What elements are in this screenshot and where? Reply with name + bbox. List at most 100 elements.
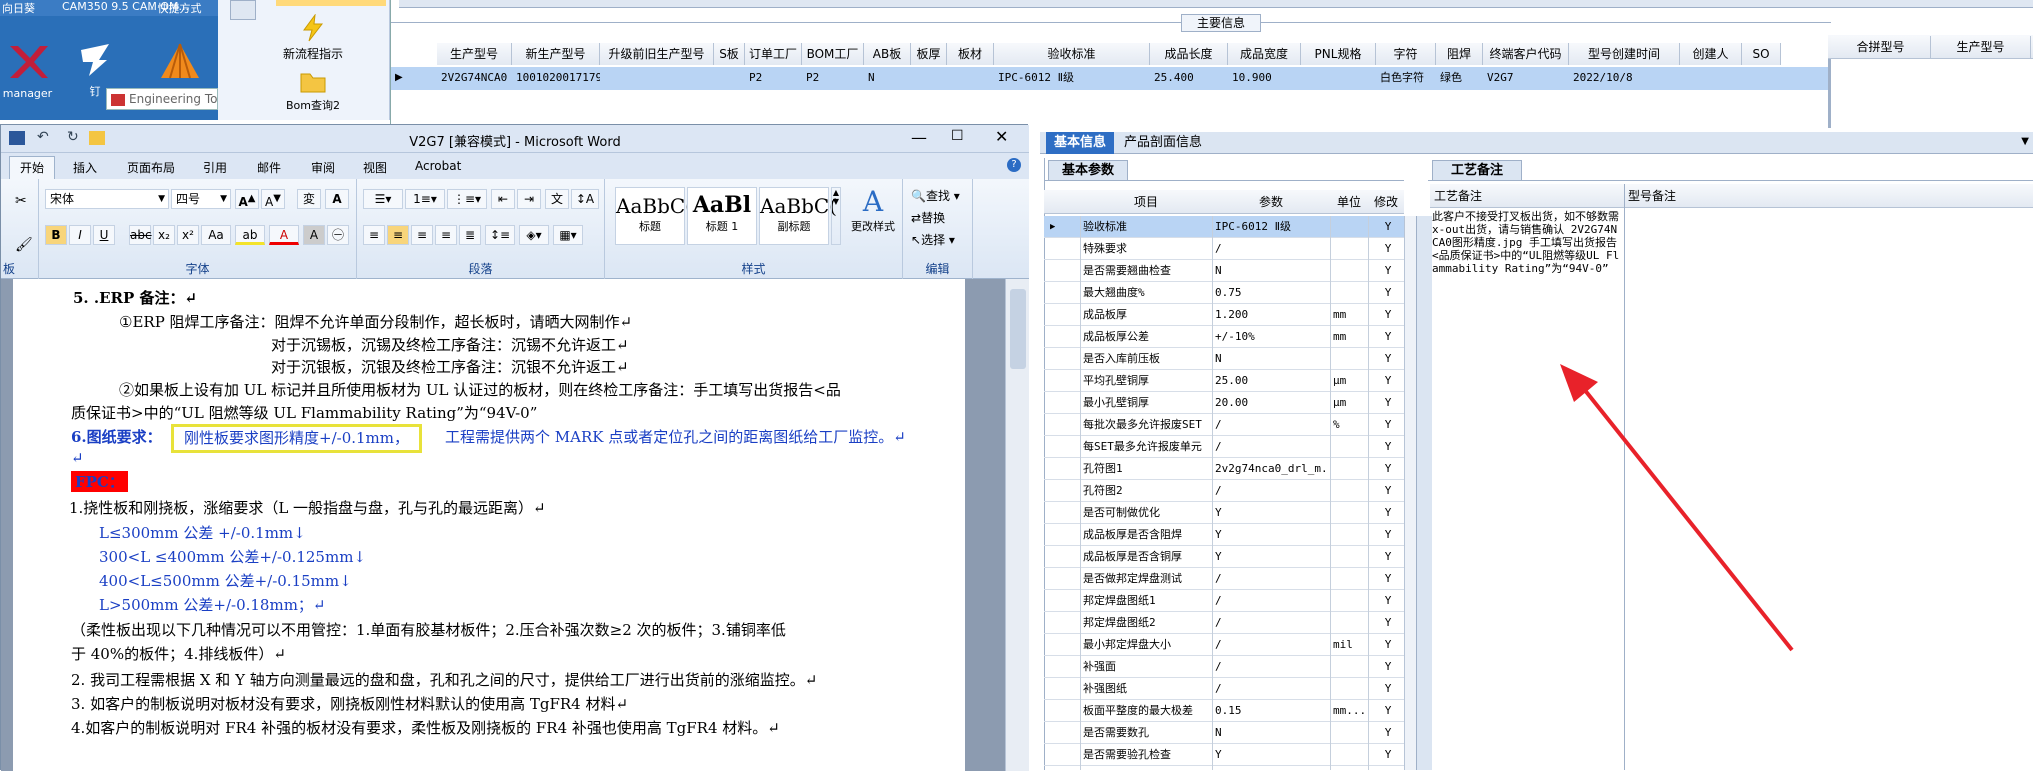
bold-button[interactable]: B bbox=[45, 225, 67, 245]
char-shading-button[interactable]: A bbox=[303, 225, 325, 245]
col-header[interactable]: S板 bbox=[714, 43, 745, 65]
param-row[interactable]: 成品板厚是否含阻焊 Y Y bbox=[1044, 524, 1404, 546]
grid-cell[interactable] bbox=[915, 67, 947, 89]
col-param[interactable]: 参数 bbox=[1212, 190, 1330, 214]
desktop-icon-shell[interactable] bbox=[140, 40, 220, 87]
grid-cell[interactable]: 白色字符 bbox=[1380, 67, 1436, 89]
param-row[interactable]: 邦定焊盘图纸1 / Y bbox=[1044, 590, 1404, 612]
font-color-button[interactable]: A bbox=[269, 225, 299, 245]
highlight-button[interactable]: ab bbox=[235, 225, 265, 245]
nav-arrow-icon[interactable] bbox=[230, 0, 256, 20]
change-case-button[interactable]: Aa bbox=[201, 225, 231, 245]
font-size-select[interactable]: 四号 ▼ bbox=[171, 189, 231, 209]
tab-basic-info[interactable]: 基本信息 bbox=[1046, 132, 1115, 154]
change-styles-button[interactable]: A 更改样式 bbox=[845, 185, 901, 234]
strikethrough-button[interactable]: abc bbox=[129, 225, 152, 245]
select-button[interactable]: ↖选择 ▾ bbox=[911, 231, 955, 248]
grid-cell[interactable]: 2022/10/8 bbox=[1573, 67, 1680, 89]
sidebar-item-new-flow[interactable]: 新流程指示 bbox=[258, 13, 368, 62]
distribute-button[interactable]: ≣ bbox=[459, 225, 481, 245]
close-icon[interactable]: ✕ bbox=[995, 127, 1008, 146]
param-row[interactable]: 最小孔壁铜厚 20.00 μm Y bbox=[1044, 392, 1404, 414]
align-right-button[interactable]: ≡ bbox=[411, 225, 433, 245]
col-header[interactable]: 升级前旧生产型号 bbox=[600, 43, 714, 65]
shrink-font-button[interactable]: A▼ bbox=[261, 189, 285, 209]
numbering-button[interactable]: 1≡▾ bbox=[405, 189, 445, 209]
borders-button[interactable]: ▦▾ bbox=[553, 225, 583, 245]
grid-cell[interactable] bbox=[604, 67, 714, 89]
col-header[interactable]: 型号创建时间 bbox=[1569, 43, 1680, 65]
decrease-indent-button[interactable]: ⇤ bbox=[491, 189, 515, 209]
grid-cell[interactable]: IPC-6012 Ⅱ级 bbox=[998, 67, 1150, 89]
param-row[interactable]: 补强图纸 / Y bbox=[1044, 678, 1404, 700]
style-heading1[interactable]: AaBl 标题 1 bbox=[687, 187, 757, 245]
param-row[interactable]: 平均孔壁铜厚 25.00 μm Y bbox=[1044, 370, 1404, 392]
help-icon[interactable]: ? bbox=[1007, 158, 1021, 172]
grid-cell[interactable]: 绿色 bbox=[1440, 67, 1483, 89]
col-header[interactable]: 验收标准 bbox=[994, 43, 1150, 65]
param-row[interactable]: 最大翘曲度% 0.75 Y bbox=[1044, 282, 1404, 304]
col-item[interactable]: 项目 bbox=[1080, 190, 1212, 214]
increase-indent-button[interactable]: ⇥ bbox=[517, 189, 541, 209]
grid-cell[interactable] bbox=[1684, 67, 1742, 89]
subtab-basic-params[interactable]: 基本参数 bbox=[1048, 160, 1128, 180]
param-row[interactable]: 每批次最多允许报废SET /% Y bbox=[1044, 414, 1404, 436]
desktop-icon-manager[interactable]: manager bbox=[0, 40, 55, 100]
col-header-merge-model[interactable]: 合拼型号 bbox=[1831, 36, 1931, 58]
engineering-tool-taskbar[interactable]: Engineering To bbox=[106, 88, 218, 110]
maximize-icon[interactable]: ☐ bbox=[951, 128, 964, 144]
dropdown-icon[interactable]: ▼ bbox=[2021, 136, 2029, 147]
param-row[interactable]: 孔符图2 / Y bbox=[1044, 480, 1404, 502]
superscript-button[interactable]: x² bbox=[177, 225, 199, 245]
param-row[interactable]: 成品板厚 1.200 mm Y bbox=[1044, 304, 1404, 326]
splitter[interactable] bbox=[1416, 216, 1432, 770]
line-spacing-button[interactable]: ↕≡ bbox=[485, 225, 515, 245]
underline-button[interactable]: U bbox=[93, 225, 115, 245]
col-header-production-model[interactable]: 生产型号 bbox=[1931, 36, 2031, 58]
col-header[interactable]: AB板 bbox=[864, 43, 911, 65]
tab-references[interactable]: 引用 bbox=[203, 159, 227, 176]
grid-cell[interactable]: 2V2G74NCA0 bbox=[441, 67, 512, 89]
tab-insert[interactable]: 插入 bbox=[73, 159, 97, 176]
param-row[interactable]: 邦定焊盘图纸2 / Y bbox=[1044, 612, 1404, 634]
param-row[interactable]: 是否需要翘曲检查 N Y bbox=[1044, 260, 1404, 282]
col-header[interactable]: 生产型号 bbox=[437, 43, 512, 65]
param-row[interactable]: 最小邦定焊盘大小 / mil Y bbox=[1044, 634, 1404, 656]
grid-cell[interactable]: P2 bbox=[806, 67, 864, 89]
param-row[interactable]: 特殊要求 / Y bbox=[1044, 238, 1404, 260]
param-row[interactable]: 成品板厚公差 +/-10% mm Y bbox=[1044, 326, 1404, 348]
param-row[interactable]: 孔符图1 2v2g74nca0_drl_m... Y bbox=[1044, 458, 1404, 480]
col-header[interactable]: 字符 bbox=[1376, 43, 1436, 65]
italic-button[interactable]: I bbox=[69, 225, 91, 245]
grid-cell[interactable]: 10.900 bbox=[1232, 67, 1301, 89]
tab-layout[interactable]: 页面布局 bbox=[127, 159, 175, 176]
col-header[interactable]: 阻焊 bbox=[1436, 43, 1483, 65]
shading-button[interactable]: ◈▾ bbox=[519, 225, 549, 245]
param-row[interactable]: 是否入库前压板 N Y bbox=[1044, 348, 1404, 370]
tab-view[interactable]: 视图 bbox=[363, 159, 387, 176]
grid-cell[interactable]: N bbox=[868, 67, 911, 89]
grid-cell[interactable] bbox=[718, 67, 745, 89]
subtab-process-remark[interactable]: 工艺备注 bbox=[1432, 160, 1522, 180]
tab-home[interactable]: 开始 bbox=[9, 156, 55, 179]
col-header[interactable]: PNL规格 bbox=[1301, 43, 1376, 65]
grid-cell[interactable]: P2 bbox=[749, 67, 802, 89]
grid-cell[interactable] bbox=[951, 67, 994, 89]
document-page[interactable]: 5. .ERP 备注：↵ ①ERP 阻焊工序备注：阻焊不允许单面分段制作，超长板… bbox=[13, 279, 965, 771]
grid-cell[interactable] bbox=[1305, 67, 1376, 89]
tab-mailings[interactable]: 邮件 bbox=[257, 159, 281, 176]
tab-acrobat[interactable]: Acrobat bbox=[415, 159, 461, 173]
param-row[interactable]: 是否做邦定焊盘测试 / Y bbox=[1044, 568, 1404, 590]
col-header[interactable]: BOM工厂 bbox=[802, 43, 864, 65]
cut-icon[interactable]: ✂ bbox=[15, 193, 27, 209]
grow-font-button[interactable]: A▲ bbox=[235, 189, 259, 209]
font-name-select[interactable]: 宋体 ▼ bbox=[45, 189, 169, 209]
grid-cell[interactable] bbox=[1746, 67, 1781, 89]
param-row[interactable]: 成品板厚是否含铜厚 Y Y bbox=[1044, 546, 1404, 568]
param-row[interactable]: 是否可制做优化 Y Y bbox=[1044, 502, 1404, 524]
grid-cell[interactable]: 10010200171796 bbox=[516, 67, 600, 89]
col-header[interactable]: 订单工厂 bbox=[745, 43, 802, 65]
param-row[interactable]: 板面平整度的最大极差 0.15 mm... Y bbox=[1044, 700, 1404, 722]
sort-button[interactable]: ↕A bbox=[571, 189, 599, 209]
align-center-button[interactable]: ≡ bbox=[387, 225, 409, 245]
